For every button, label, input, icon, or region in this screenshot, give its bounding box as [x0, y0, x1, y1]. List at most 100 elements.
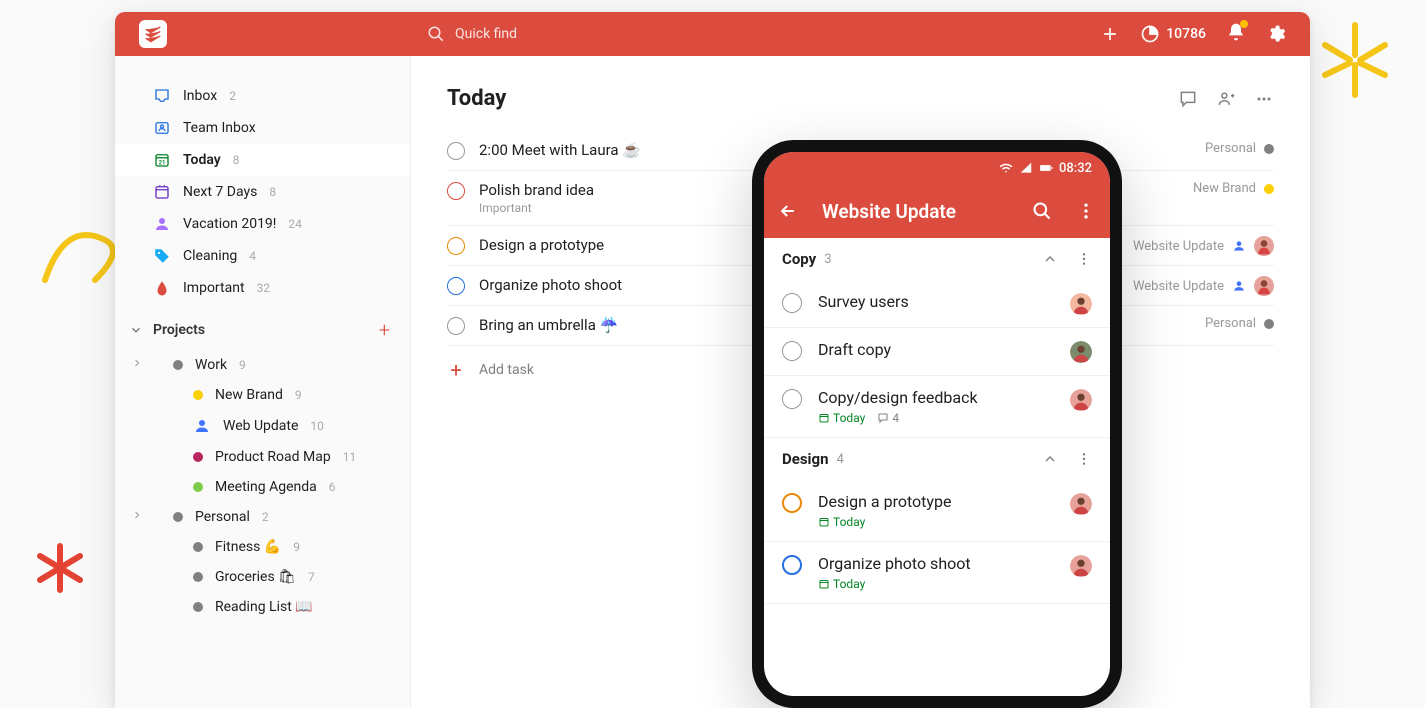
add-task-label: Add task [479, 362, 534, 378]
phone-task-title: Organize photo shoot [818, 554, 1054, 573]
task-checkbox[interactable] [782, 341, 802, 361]
sidebar-item-count: 8 [233, 153, 240, 167]
share-icon[interactable] [1216, 88, 1236, 110]
phone-task-body: Design a prototypeToday [818, 492, 1054, 529]
karma-score[interactable]: 10786 [1140, 24, 1206, 44]
phone-task-row[interactable]: Draft copy [764, 328, 1110, 376]
sidebar-label-cleaning[interactable]: Cleaning 4 [115, 240, 410, 272]
main-header: Today [447, 86, 1274, 111]
project-count: 6 [329, 480, 336, 494]
team-inbox-icon [153, 119, 171, 137]
sidebar-filter-important[interactable]: Important 32 [115, 272, 410, 304]
sidebar-today[interactable]: 21 Today 8 [115, 144, 410, 176]
more-icon[interactable] [1254, 88, 1274, 110]
section-actions [1042, 451, 1092, 467]
calendar-icon [153, 183, 171, 201]
phone-task-row[interactable]: Design a prototypeToday [764, 480, 1110, 542]
chevron-up-icon[interactable] [1042, 451, 1058, 467]
add-task-icon[interactable] [1100, 24, 1120, 44]
sidebar-team-inbox[interactable]: Team Inbox [115, 112, 410, 144]
project-color-dot [1264, 184, 1274, 194]
sidebar-project[interactable]: Meeting Agenda6 [115, 472, 410, 502]
more-vert-icon[interactable] [1076, 251, 1092, 267]
sidebar-project[interactable]: New Brand9 [115, 380, 410, 410]
project-color-dot [193, 482, 203, 492]
main-actions [1178, 88, 1274, 110]
phone-body[interactable]: Copy3Survey usersDraft copyCopy/design f… [764, 238, 1110, 696]
sidebar-item-label: Important [183, 280, 245, 296]
chevron-up-icon[interactable] [1042, 251, 1058, 267]
sidebar-filter-vacation[interactable]: Vacation 2019! 24 [115, 208, 410, 240]
project-color-dot [1264, 319, 1274, 329]
battery-icon [1039, 161, 1053, 175]
assignee-avatar [1254, 236, 1274, 256]
task-checkbox[interactable] [447, 277, 465, 295]
quick-find[interactable]: Quick find [427, 25, 517, 43]
phone-task-row[interactable]: Survey users [764, 280, 1110, 328]
assignee-avatar [1070, 389, 1092, 411]
person-icon [153, 215, 171, 233]
svg-text:21: 21 [159, 160, 166, 167]
phone-section-header[interactable]: Design4 [764, 438, 1110, 480]
sidebar-project[interactable]: Product Road Map11 [115, 442, 410, 472]
sidebar-inbox[interactable]: Inbox 2 [115, 80, 410, 112]
sidebar-project[interactable]: Web Update10 [115, 410, 410, 442]
task-checkbox[interactable] [447, 142, 465, 160]
chevron-right-icon [131, 509, 143, 525]
comment-icon [877, 412, 889, 424]
phone-status-bar: 08:32 [764, 152, 1110, 184]
drop-icon [153, 279, 171, 297]
project-color-dot [193, 542, 203, 552]
app-window: Quick find 10786 Inbox 2 Tea [115, 12, 1310, 708]
back-arrow-icon[interactable] [778, 201, 798, 221]
task-checkbox[interactable] [447, 317, 465, 335]
project-label: Groceries 🛍 [215, 569, 296, 585]
calendar-icon [818, 412, 830, 424]
phone-time: 08:32 [1059, 161, 1092, 176]
sidebar-projects-header[interactable]: Projects + [115, 310, 410, 350]
sidebar-item-label: Vacation 2019! [183, 216, 276, 232]
sidebar-section-label: Projects [153, 322, 205, 338]
person-icon [1232, 279, 1246, 293]
task-checkbox[interactable] [782, 493, 802, 513]
sidebar-next-7-days[interactable]: Next 7 Days 8 [115, 176, 410, 208]
task-checkbox[interactable] [447, 182, 465, 200]
phone-task-row[interactable]: Copy/design feedbackToday4 [764, 376, 1110, 438]
project-count: 9 [293, 540, 300, 554]
sidebar-project[interactable]: Fitness 💪9 [115, 532, 410, 562]
section-actions [1042, 251, 1092, 267]
phone-task-row[interactable]: Organize photo shootToday [764, 542, 1110, 604]
task-project-name: Personal [1205, 316, 1256, 331]
task-checkbox[interactable] [782, 555, 802, 575]
notifications-button[interactable] [1226, 22, 1246, 46]
project-label: Reading List 📖 [215, 599, 313, 615]
comments-icon[interactable] [1178, 88, 1198, 110]
sidebar-project[interactable]: Work9 [115, 350, 410, 380]
search-icon[interactable] [1032, 201, 1052, 221]
sidebar-project[interactable]: Reading List 📖 [115, 592, 410, 622]
task-checkbox[interactable] [782, 293, 802, 313]
page-title: Today [447, 86, 506, 111]
project-color-dot [173, 512, 183, 522]
task-checkbox[interactable] [782, 389, 802, 409]
topbar: Quick find 10786 [115, 12, 1310, 56]
assignee-avatar [1070, 293, 1092, 315]
more-vert-icon[interactable] [1076, 201, 1096, 221]
add-project-button[interactable]: + [379, 318, 390, 342]
inbox-icon [153, 87, 171, 105]
sidebar-project[interactable]: Groceries 🛍7 [115, 562, 410, 592]
phone-section-header[interactable]: Copy3 [764, 238, 1110, 280]
sidebar-project[interactable]: Personal2 [115, 502, 410, 532]
phone-task-body: Organize photo shootToday [818, 554, 1054, 591]
task-project-name: Personal [1205, 141, 1256, 156]
sidebar-item-count: 8 [269, 185, 276, 199]
settings-icon[interactable] [1266, 24, 1286, 44]
more-vert-icon[interactable] [1076, 451, 1092, 467]
task-checkbox[interactable] [447, 237, 465, 255]
project-label: Web Update [223, 418, 298, 434]
logo[interactable] [139, 20, 167, 48]
plus-icon: + [447, 358, 465, 382]
section-count: 3 [824, 252, 831, 267]
comment-count: 4 [892, 411, 899, 425]
project-color-dot [173, 360, 183, 370]
